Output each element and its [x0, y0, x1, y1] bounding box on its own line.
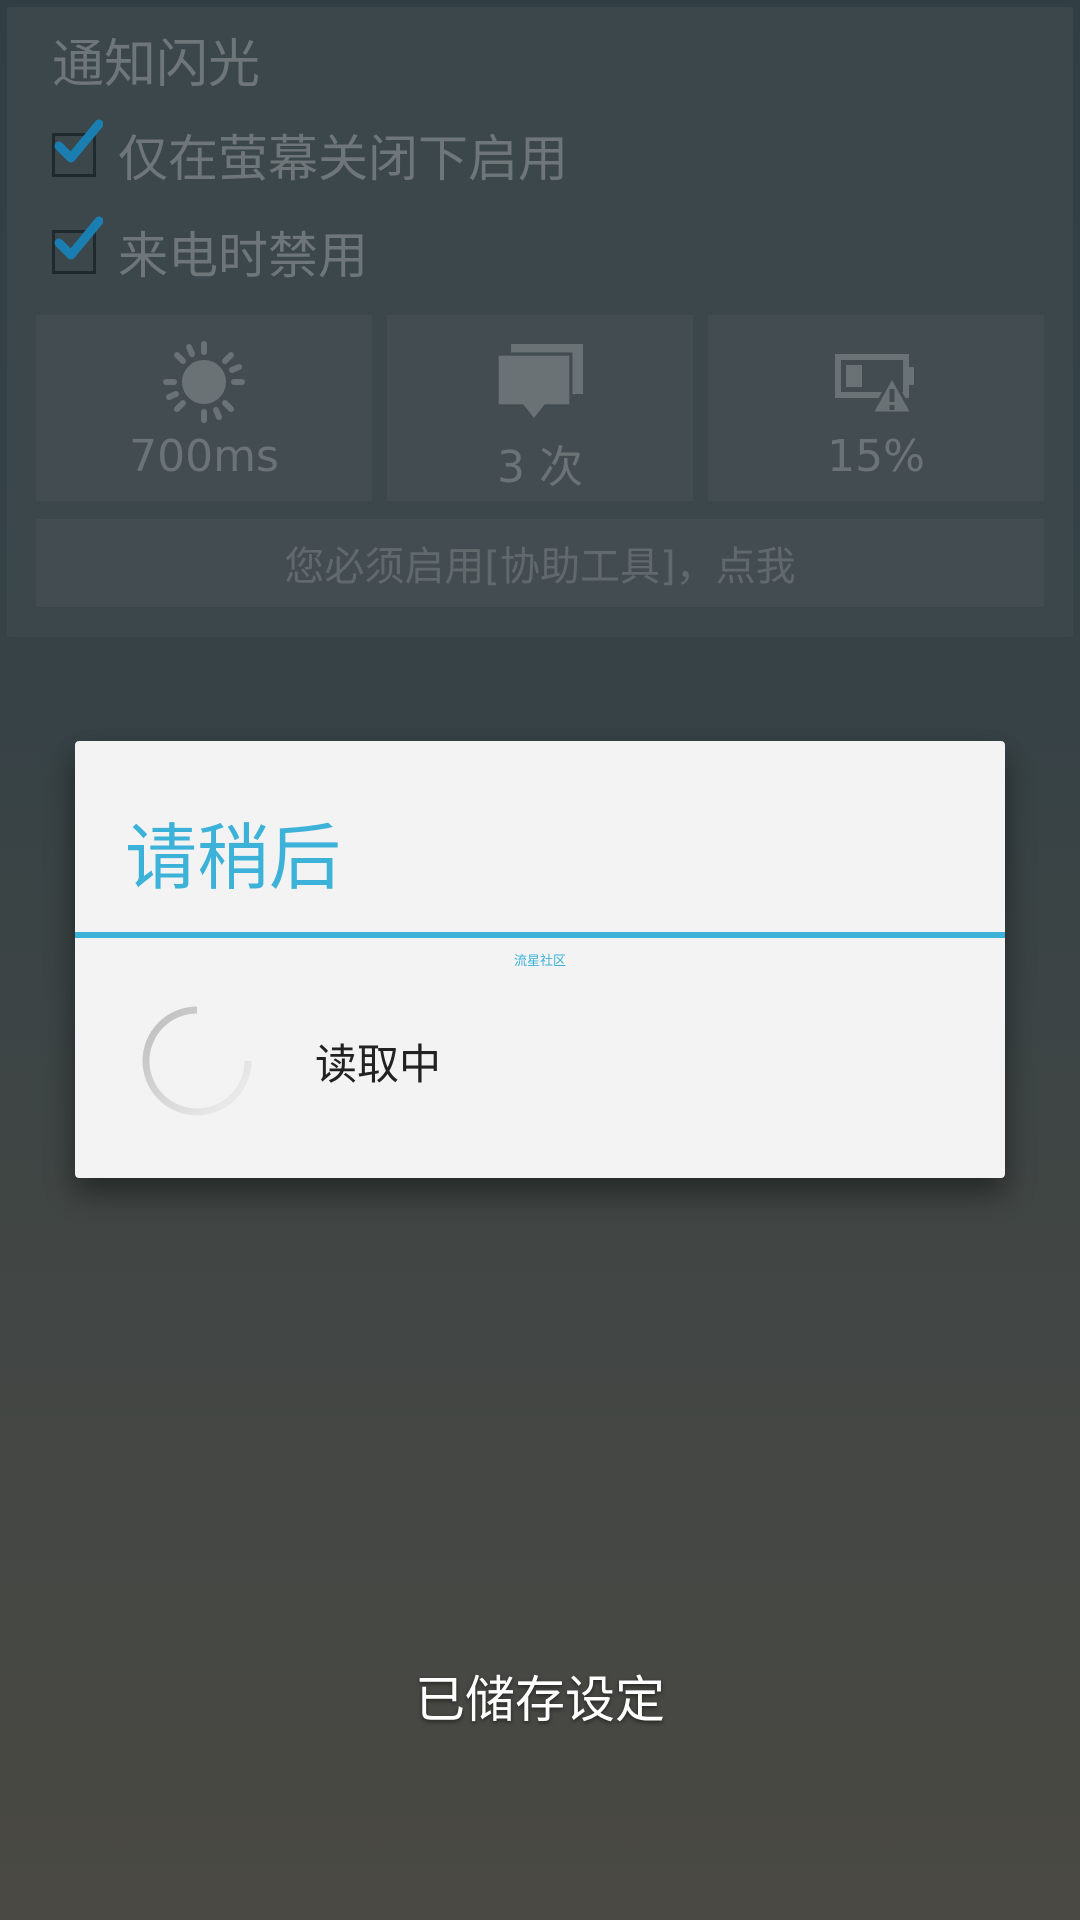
watermark-text: 流星社区 [513, 954, 566, 969]
messages-icon [495, 337, 585, 427]
flash-count-tile[interactable]: 3 次 [387, 315, 693, 501]
dialog-divider [75, 932, 1005, 938]
battery-threshold-value: 15% [827, 431, 925, 482]
battery-warning-icon [834, 337, 918, 427]
dialog-title: 请稍后 [125, 816, 342, 900]
check-icon [54, 216, 103, 260]
option-label: 来电时禁用 [118, 227, 368, 285]
option-label: 仅在萤幕关闭下启用 [118, 130, 568, 188]
check-icon [54, 119, 103, 163]
screen-off-checkbox[interactable] [52, 119, 103, 177]
toast-message: 已储存设定 [415, 1671, 665, 1729]
option-disable-on-call[interactable]: 来电时禁用 [52, 216, 368, 287]
loading-message: 读取中 [315, 1040, 442, 1089]
flash-count-value: 3 次 [497, 442, 583, 493]
brightness-icon [162, 337, 246, 427]
flash-duration-tile[interactable]: 700ms [36, 315, 372, 501]
enable-accessibility-button[interactable]: 您必须启用[协助工具]，点我 [36, 519, 1044, 607]
battery-threshold-tile[interactable]: 15% [708, 315, 1044, 501]
panel-title: 通知闪光 [52, 35, 261, 95]
progress-dialog: 请稍后 流星社区 读取中 [75, 741, 1005, 1178]
disable-on-call-checkbox[interactable] [52, 216, 103, 274]
loading-spinner-icon [137, 1001, 257, 1125]
flash-duration-value: 700ms [129, 431, 279, 482]
option-screen-off-only[interactable]: 仅在萤幕关闭下启用 [52, 119, 568, 190]
